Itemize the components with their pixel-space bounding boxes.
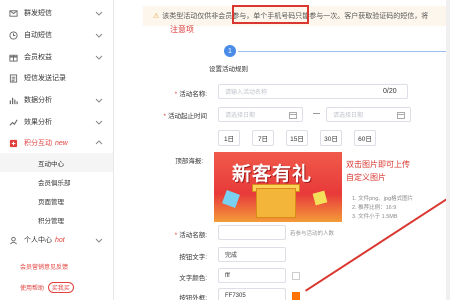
chevron-up-icon [95,140,103,145]
mail-icon [9,9,18,18]
chart-icon [9,96,18,105]
chevron-down-icon [95,98,103,103]
highlight-box [232,5,309,24]
hot-badge: hot [55,236,65,244]
sub-item-page-management[interactable]: 页面管理 [0,191,113,210]
sub-item-points-management[interactable]: 积分管理 [0,210,113,229]
help-button[interactable]: 买我买 [47,282,74,293]
help-label: 使用帮助 [20,286,45,292]
new-badge: new [55,139,68,147]
poster-tip-line: 双击图片即可上传 [346,160,410,169]
step-label: 设置活动规则 [209,66,248,73]
poster-info-line: 1. 文件png、jpg格式图片 [352,196,414,202]
step-line [238,51,448,52]
sidebar-item-label: 群发短信 [24,10,52,17]
sidebar-item-label: 个人中心 [24,237,52,244]
poster-requirements: 1. 文件png、jpg格式图片 2. 推荐比例：16:9 3. 文件小于 1.… [352,195,413,222]
poster-image[interactable]: 新客有礼 [214,152,342,222]
points-icon [9,139,18,148]
poster-info-line: 2. 推荐比例：16:9 [352,205,397,211]
day-button-7[interactable]: 7日 [252,130,274,146]
user-icon [9,236,18,245]
activity-name-input[interactable]: 请输入活动名称 [218,84,408,99]
chevron-down-icon [95,120,103,125]
sub-item-member-club[interactable]: 会员俱乐部 [0,172,113,191]
sub-item-interaction-center[interactable]: 互动中心 [0,153,113,172]
feedback-link[interactable]: 会员营销意见反馈 [20,262,68,271]
button-border-input[interactable]: FF7305 [218,288,286,300]
sub-item-label: 积分管理 [38,217,64,225]
warning-icon: ⚠ [153,13,160,20]
button-border-swatch[interactable] [292,292,300,300]
poster-title: 新客有礼 [232,163,313,185]
note-label: 注意项 [170,25,194,34]
step-indicator: 1 [224,45,236,57]
trend-icon [9,118,18,127]
start-date-placeholder: 请选择日期 [225,113,256,119]
poster-info-line: 3. 文件小于 1.5MB [352,214,398,220]
calendar-icon [397,112,405,119]
poster-upload-tip: 双击图片即可上传 自定义图片 [346,158,410,184]
sidebar-item-data-analysis[interactable]: 数据分析 [0,90,113,110]
sub-item-label: 会员俱乐部 [38,179,71,187]
count-label: * 活动名额: [174,232,207,239]
name-char-count: 0/20 [383,88,397,95]
list-icon [9,74,18,83]
help-row: 使用帮助 买我买 [20,282,74,293]
sidebar-item-label: 短信发送记录 [24,75,66,82]
time-label: * 活动起止时间 [163,113,207,120]
text-color-label: 文字颜色: [179,275,207,282]
gift-icon [9,53,18,62]
day-button-15[interactable]: 15日 [286,130,308,146]
chevron-down-icon [95,55,103,60]
day-button-1[interactable]: 1日 [218,130,240,146]
sidebar-item-label: 数据分析 [24,97,52,104]
gift-box [256,188,296,218]
start-date-input[interactable]: 请选择日期 [218,107,303,122]
text-color-input[interactable]: fff [218,268,286,283]
button-text-label: 按钮文字: [179,254,207,261]
button-border-label: 按钮外框: [179,295,207,300]
day-button-60[interactable]: 60日 [354,130,376,146]
end-date-input[interactable]: 请选择日期 [326,107,411,122]
count-hint: 若参与活动的人数 [290,231,335,237]
poster-decoration [222,190,240,208]
range-separator: — [313,110,320,117]
clock-icon [9,31,18,40]
sub-item-label: 互动中心 [38,160,64,168]
sidebar-item-member-rights[interactable]: 会员权益 [0,47,113,67]
sidebar-item-sms-records[interactable]: 短信发送记录 [0,68,113,88]
sidebar-item-personal-center[interactable]: 个人中心 hot [0,230,113,250]
text-color-swatch[interactable] [292,272,300,280]
sidebar-item-points-interaction[interactable]: 积分互动 new [0,133,113,153]
poster-tip-line: 自定义图片 [346,173,386,182]
sidebar-item-label: 效果分析 [24,119,52,126]
chevron-down-icon [95,238,103,243]
calendar-icon [289,112,297,119]
scrollbar[interactable] [446,0,450,300]
chevron-down-icon [95,33,103,38]
sub-item-label: 页面管理 [38,198,64,206]
poster-label: 顶部海报: [175,158,203,165]
chevron-down-icon [95,11,103,16]
sidebar: 群发短信 自动短信 会员权益 短信发送记录 数据分析 效果分析 积分互动 new… [0,0,114,300]
sidebar-item-label: 自动短信 [24,32,52,39]
day-button-30[interactable]: 30日 [320,130,342,146]
sidebar-item-label: 积分互动 [24,140,52,147]
main-content: ⚠ 该类型活动仅供非会员参与，单个手机号码只能参与一次。客户获取验证码的短信，将… [125,0,450,300]
name-label: * 活动名称: [174,91,207,98]
button-text-input[interactable]: 完成 [218,247,286,262]
sidebar-item-auto-sms[interactable]: 自动短信 [0,25,113,45]
sidebar-item-mass-sms[interactable]: 群发短信 [0,3,113,23]
poster-decoration [312,190,328,206]
activity-count-input[interactable] [218,225,286,240]
end-date-placeholder: 请选择日期 [333,113,364,119]
sidebar-item-effect-analysis[interactable]: 效果分析 [0,112,113,132]
sidebar-item-label: 会员权益 [24,54,52,61]
